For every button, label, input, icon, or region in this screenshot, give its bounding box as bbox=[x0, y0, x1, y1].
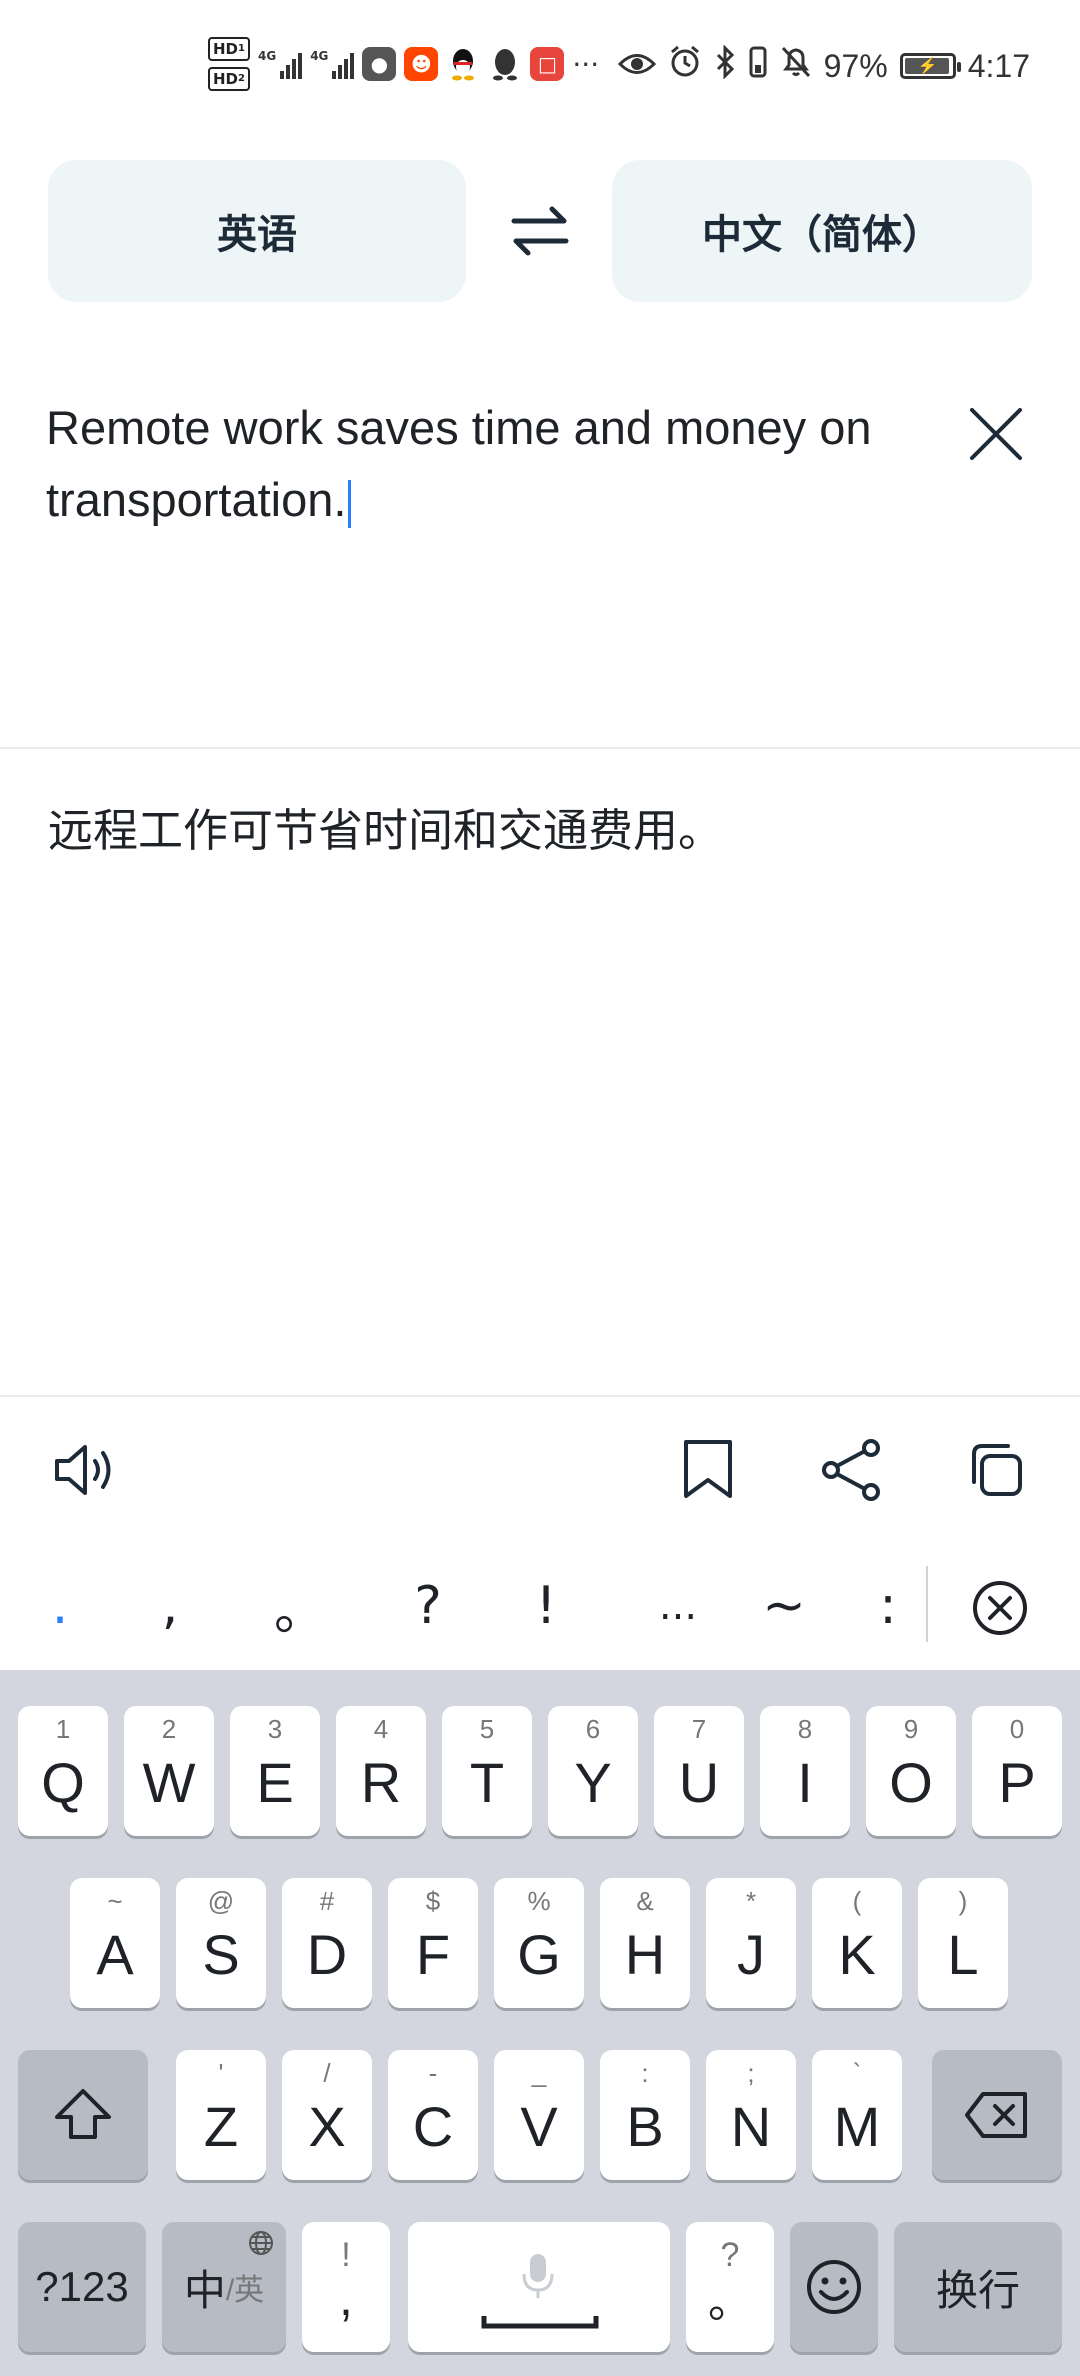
share-icon bbox=[822, 1439, 880, 1501]
key-i[interactable]: 8I bbox=[760, 1706, 850, 1836]
punctuation-key[interactable]: : bbox=[838, 1542, 938, 1670]
game-app-icon: ● bbox=[362, 47, 397, 81]
share-button[interactable] bbox=[812, 1432, 892, 1508]
backspace-icon bbox=[965, 2092, 1027, 2138]
vibrate-icon bbox=[748, 45, 768, 87]
key-x[interactable]: / X bbox=[282, 2050, 372, 2180]
qq-app-icon bbox=[446, 47, 480, 81]
hd-indicators: HD 1 HD 2 bbox=[208, 37, 250, 91]
signal-sim1-icon: 4G bbox=[258, 49, 303, 79]
symbols-key[interactable]: ?123 bbox=[18, 2222, 146, 2352]
status-bar: HD 1 HD 2 4G 4G ● ☻ □ ··· 97% ⚡ 4:17 bbox=[0, 0, 1080, 120]
key-l[interactable]: ) L bbox=[918, 1878, 1008, 2008]
punctuation-bar: . , 。 ? ! ... ~ : bbox=[0, 1542, 1080, 1670]
punctuation-key[interactable]: 。 bbox=[250, 1542, 350, 1670]
clock: 4:17 bbox=[967, 47, 1030, 84]
close-punctuation-button[interactable] bbox=[958, 1566, 1042, 1650]
key-d[interactable]: # D bbox=[282, 1878, 372, 2008]
punctuation-key[interactable]: ~ bbox=[734, 1542, 834, 1670]
punctuation-key[interactable]: ! bbox=[496, 1542, 596, 1670]
key-a[interactable]: ~ A bbox=[70, 1878, 160, 2008]
copy-icon bbox=[972, 1444, 1022, 1496]
punctuation-key[interactable]: ... bbox=[628, 1542, 728, 1670]
close-circle-icon bbox=[973, 1581, 1027, 1635]
hd-sim1-icon: HD 1 bbox=[208, 37, 250, 61]
more-notifications-icon: ··· bbox=[572, 47, 600, 81]
copy-button[interactable] bbox=[956, 1432, 1036, 1508]
key-t[interactable]: 5T bbox=[442, 1706, 532, 1836]
source-language-label: 英语 bbox=[217, 212, 297, 258]
key-o[interactable]: 9O bbox=[866, 1706, 956, 1836]
key-m[interactable]: ` M bbox=[812, 2050, 902, 2180]
key-v[interactable]: _ V bbox=[494, 2050, 584, 2180]
bluetooth-icon bbox=[714, 44, 736, 87]
action-bar-divider bbox=[0, 1395, 1080, 1397]
reddit-app-icon: ☻ bbox=[404, 47, 439, 81]
emoji-key[interactable] bbox=[790, 2222, 878, 2352]
key-h[interactable]: & H bbox=[600, 1878, 690, 2008]
key-z[interactable]: ' Z bbox=[176, 2050, 266, 2180]
status-left-icons: HD 1 HD 2 4G 4G ● ☻ □ ··· bbox=[208, 36, 599, 92]
period-key[interactable]: ? 。 bbox=[686, 2222, 774, 2352]
battery-percent: 97% bbox=[823, 47, 888, 84]
key-s[interactable]: @ S bbox=[176, 1878, 266, 2008]
microphone-icon bbox=[518, 2250, 558, 2305]
key-f[interactable]: $ F bbox=[388, 1878, 478, 2008]
target-language-button[interactable]: 中文（简体） bbox=[612, 160, 1032, 302]
target-language-label: 中文（简体） bbox=[702, 212, 942, 258]
punctuation-key[interactable]: . bbox=[10, 1542, 110, 1670]
backspace-key[interactable] bbox=[932, 2050, 1062, 2180]
speak-button[interactable] bbox=[46, 1432, 126, 1508]
punctuation-key[interactable]: ? bbox=[378, 1542, 478, 1670]
key-b[interactable]: :B bbox=[600, 2050, 690, 2180]
key-y[interactable]: 6Y bbox=[548, 1706, 638, 1836]
book-app-icon: □ bbox=[530, 47, 565, 81]
source-language-button[interactable]: 英语 bbox=[48, 160, 466, 302]
input-output-divider bbox=[0, 747, 1080, 749]
bookmark-button[interactable] bbox=[668, 1432, 748, 1508]
key-w[interactable]: 2W bbox=[124, 1706, 214, 1836]
qq-outline-app-icon bbox=[488, 47, 522, 81]
signal-sim2-icon: 4G bbox=[310, 49, 355, 79]
key-c[interactable]: -C bbox=[388, 2050, 478, 2180]
swap-icon bbox=[511, 206, 569, 256]
enter-key[interactable]: 换行 bbox=[894, 2222, 1062, 2352]
source-text-input[interactable]: Remote work saves time and money on tran… bbox=[46, 392, 926, 536]
punctuation-divider bbox=[926, 1566, 928, 1642]
clear-input-button[interactable] bbox=[960, 398, 1032, 470]
key-r[interactable]: 4R bbox=[336, 1706, 426, 1836]
mute-icon bbox=[780, 45, 812, 87]
shift-key[interactable] bbox=[18, 2050, 148, 2180]
alarm-icon bbox=[668, 45, 702, 87]
text-cursor bbox=[348, 479, 352, 528]
key-p[interactable]: 0P bbox=[972, 1706, 1062, 1836]
key-j[interactable]: * J bbox=[706, 1878, 796, 2008]
space-key[interactable] bbox=[408, 2222, 670, 2352]
comma-key[interactable]: ! , bbox=[302, 2222, 390, 2352]
shift-icon bbox=[55, 2089, 111, 2139]
punctuation-key[interactable]: , bbox=[120, 1542, 220, 1670]
key-q[interactable]: 1Q bbox=[18, 1706, 108, 1836]
speaker-icon bbox=[55, 1445, 111, 1495]
key-n[interactable]: ; N bbox=[706, 2050, 796, 2180]
emoji-icon bbox=[807, 2260, 861, 2314]
space-bar-icon bbox=[480, 2312, 600, 2337]
hd-sim2-icon: HD 2 bbox=[208, 67, 250, 91]
battery-icon: ⚡ bbox=[899, 53, 961, 79]
status-right-icons: 97% ⚡ 4:17 bbox=[617, 44, 1030, 87]
language-switch-key[interactable]: 中/英 bbox=[162, 2222, 286, 2352]
eye-icon bbox=[617, 48, 656, 85]
bookmark-icon bbox=[684, 1440, 732, 1498]
source-text: Remote work saves time and money on tran… bbox=[46, 401, 872, 526]
key-k[interactable]: (K bbox=[812, 1878, 902, 2008]
globe-icon bbox=[248, 2230, 274, 2261]
close-icon bbox=[970, 408, 1022, 460]
keyboard: 1Q 2W 3E 4R 5T 6Y 7U 8I 9O 0P ~ A @ S # D $… bbox=[0, 1670, 1080, 2376]
swap-languages-button[interactable] bbox=[500, 196, 580, 266]
key-u[interactable]: 7U bbox=[654, 1706, 744, 1836]
key-g[interactable]: % G bbox=[494, 1878, 584, 2008]
key-e[interactable]: 3E bbox=[230, 1706, 320, 1836]
translation-output: 远程工作可节省时间和交通费用。 bbox=[48, 804, 724, 857]
